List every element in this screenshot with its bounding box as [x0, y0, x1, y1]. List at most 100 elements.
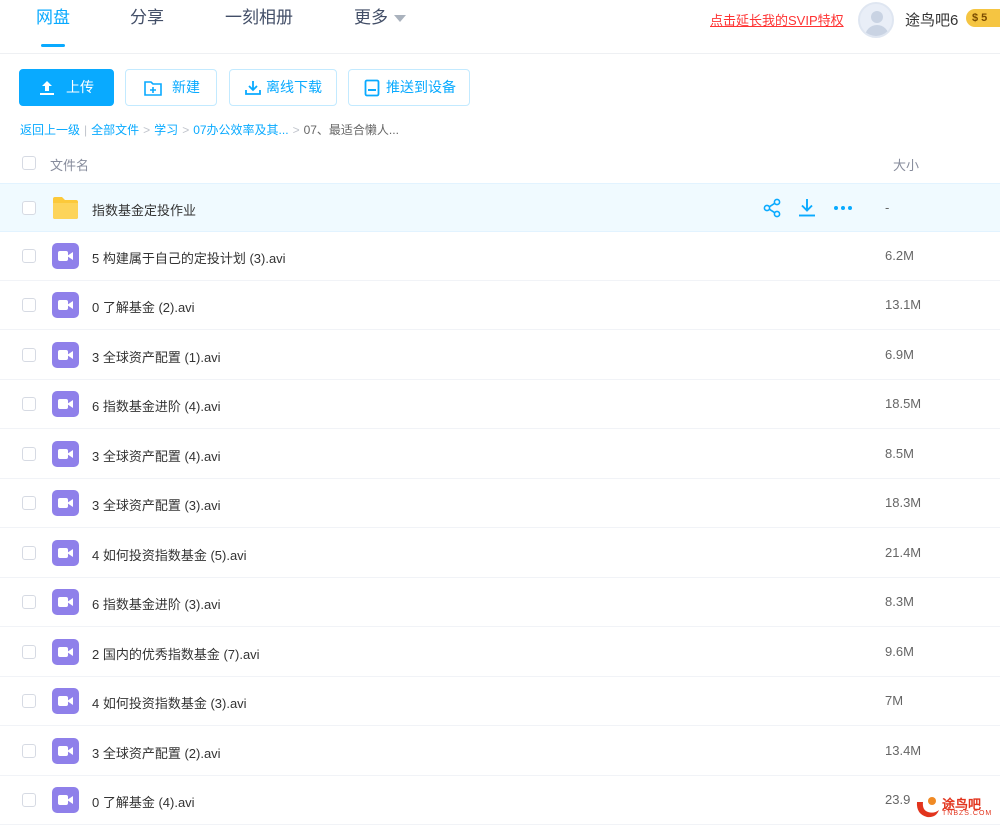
share-icon[interactable]: [762, 198, 784, 218]
video-file-icon: [52, 738, 79, 764]
video-file-icon: [52, 292, 79, 318]
file-row[interactable]: 2 国内的优秀指数基金 (7).avi 9.6M: [0, 628, 1000, 677]
upload-label: 上传: [66, 79, 94, 95]
row-checkbox[interactable]: [22, 694, 36, 708]
row-checkbox[interactable]: [22, 546, 36, 560]
new-label: 新建: [172, 79, 200, 95]
file-size: -: [885, 200, 890, 215]
file-name[interactable]: 0 了解基金 (4).avi: [92, 792, 195, 811]
file-row[interactable]: 4 如何投资指数基金 (5).avi 21.4M: [0, 529, 1000, 578]
upload-icon: [40, 81, 54, 95]
file-name[interactable]: 2 国内的优秀指数基金 (7).avi: [92, 644, 260, 663]
file-row[interactable]: 3 全球资产配置 (3).avi 18.3M: [0, 479, 1000, 528]
file-table-header: 文件名 大小: [0, 143, 1000, 183]
offline-download-label: 离线下载: [266, 79, 322, 95]
more-options-icon[interactable]: [832, 198, 854, 218]
new-folder-button[interactable]: 新建: [125, 69, 217, 106]
row-checkbox[interactable]: [22, 298, 36, 312]
file-name[interactable]: 3 全球资产配置 (2).avi: [92, 743, 221, 762]
push-to-device-label: 推送到设备: [386, 79, 456, 95]
select-all-checkbox[interactable]: [22, 156, 36, 170]
file-row[interactable]: 6 指数基金进阶 (4).avi 18.5M: [0, 380, 1000, 429]
watermark-logo-icon: [916, 797, 939, 818]
breadcrumb-level-2[interactable]: 07办公效率及其...: [193, 123, 288, 137]
push-to-device-button[interactable]: 推送到设备: [348, 69, 470, 106]
file-name[interactable]: 5 构建属于自己的定投计划 (3).avi: [92, 248, 286, 267]
avatar-head-shape: [871, 11, 883, 23]
tab-more-label: 更多: [354, 8, 388, 27]
offline-download-button[interactable]: 离线下载: [229, 69, 337, 106]
file-row[interactable]: 0 了解基金 (2).avi 13.1M: [0, 281, 1000, 330]
row-checkbox[interactable]: [22, 793, 36, 807]
file-row[interactable]: 3 全球资产配置 (4).avi 8.5M: [0, 430, 1000, 479]
svip-renew-link[interactable]: 点击延长我的SVIP特权: [710, 10, 844, 29]
file-size: 13.1M: [885, 297, 922, 312]
file-size: 9.6M: [885, 644, 914, 659]
video-file-icon: [52, 490, 79, 516]
breadcrumb-all-files[interactable]: 全部文件: [91, 123, 139, 137]
file-name[interactable]: 0 了解基金 (2).avi: [92, 297, 195, 316]
breadcrumb: 返回上一级 | 全部文件 > 学习 >07办公效率及其... >07、最适合懒人...: [20, 121, 399, 138]
chevron-down-icon: [394, 15, 406, 23]
video-file-icon: [52, 391, 79, 417]
tab-netdisk[interactable]: 网盘: [36, 8, 70, 44]
column-header-size[interactable]: 大小: [893, 155, 919, 174]
download-icon: [245, 81, 261, 95]
file-name[interactable]: 3 全球资产配置 (4).avi: [92, 446, 221, 465]
row-checkbox[interactable]: [22, 348, 36, 362]
upload-button[interactable]: 上传: [19, 69, 114, 106]
file-row[interactable]: 0 了解基金 (4).avi 23.9: [0, 776, 1000, 825]
file-name[interactable]: 6 指数基金进阶 (4).avi: [92, 396, 221, 415]
row-checkbox[interactable]: [22, 496, 36, 510]
video-file-icon: [52, 540, 79, 566]
file-size: 7M: [885, 693, 904, 708]
breadcrumb-divider: |: [84, 123, 88, 137]
file-row[interactable]: 6 指数基金进阶 (3).avi 8.3M: [0, 578, 1000, 627]
file-name[interactable]: 4 如何投资指数基金 (5).avi: [92, 545, 247, 564]
new-folder-icon: [144, 81, 162, 96]
avatar-body-shape: [865, 25, 889, 36]
file-row[interactable]: 5 构建属于自己的定投计划 (3).avi 6.2M: [0, 232, 1000, 281]
file-row-folder[interactable]: 指数基金定投作业 -: [0, 183, 1000, 232]
row-checkbox[interactable]: [22, 201, 36, 215]
video-file-icon: [52, 787, 79, 813]
breadcrumb-chevron: >: [143, 123, 151, 137]
video-file-icon: [52, 688, 79, 714]
video-file-icon: [52, 639, 79, 665]
device-icon: [364, 79, 380, 97]
vip-level-badge: $ 5: [966, 9, 1000, 27]
row-checkbox[interactable]: [22, 249, 36, 263]
tab-album[interactable]: 一刻相册: [225, 8, 293, 44]
file-size: 18.5M: [885, 396, 922, 411]
tab-share[interactable]: 分享: [130, 8, 164, 44]
file-name[interactable]: 6 指数基金进阶 (3).avi: [92, 594, 221, 613]
file-name[interactable]: 4 如何投资指数基金 (3).avi: [92, 693, 247, 712]
row-checkbox[interactable]: [22, 645, 36, 659]
row-checkbox[interactable]: [22, 595, 36, 609]
download-icon[interactable]: [796, 198, 818, 218]
breadcrumb-back[interactable]: 返回上一级: [20, 123, 80, 137]
row-checkbox[interactable]: [22, 447, 36, 461]
row-checkbox[interactable]: [22, 744, 36, 758]
file-row[interactable]: 4 如何投资指数基金 (3).avi 7M: [0, 677, 1000, 726]
breadcrumb-chevron: >: [182, 123, 190, 137]
video-file-icon: [52, 243, 79, 269]
file-row[interactable]: 3 全球资产配置 (2).avi 13.4M: [0, 727, 1000, 776]
tab-more[interactable]: 更多: [354, 8, 406, 44]
breadcrumb-chevron: >: [292, 123, 300, 137]
breadcrumb-level-1[interactable]: 学习: [154, 123, 178, 137]
top-nav: 网盘 分享 一刻相册 更多 点击延长我的SVIP特权 途鸟吧6 $ 5: [0, 0, 1000, 54]
file-size: 23.9: [885, 792, 911, 807]
column-header-name[interactable]: 文件名: [50, 155, 89, 174]
file-size: 18.3M: [885, 495, 922, 510]
avatar[interactable]: [858, 2, 894, 38]
watermark-subtext: TNBZS.COM: [942, 810, 993, 817]
file-name[interactable]: 3 全球资产配置 (3).avi: [92, 495, 221, 514]
file-size: 6.9M: [885, 347, 914, 362]
file-size: 8.3M: [885, 594, 914, 609]
file-row[interactable]: 3 全球资产配置 (1).avi 6.9M: [0, 331, 1000, 380]
username[interactable]: 途鸟吧6: [905, 9, 958, 30]
file-name[interactable]: 指数基金定投作业: [92, 200, 196, 219]
file-name[interactable]: 3 全球资产配置 (1).avi: [92, 347, 221, 366]
row-checkbox[interactable]: [22, 397, 36, 411]
